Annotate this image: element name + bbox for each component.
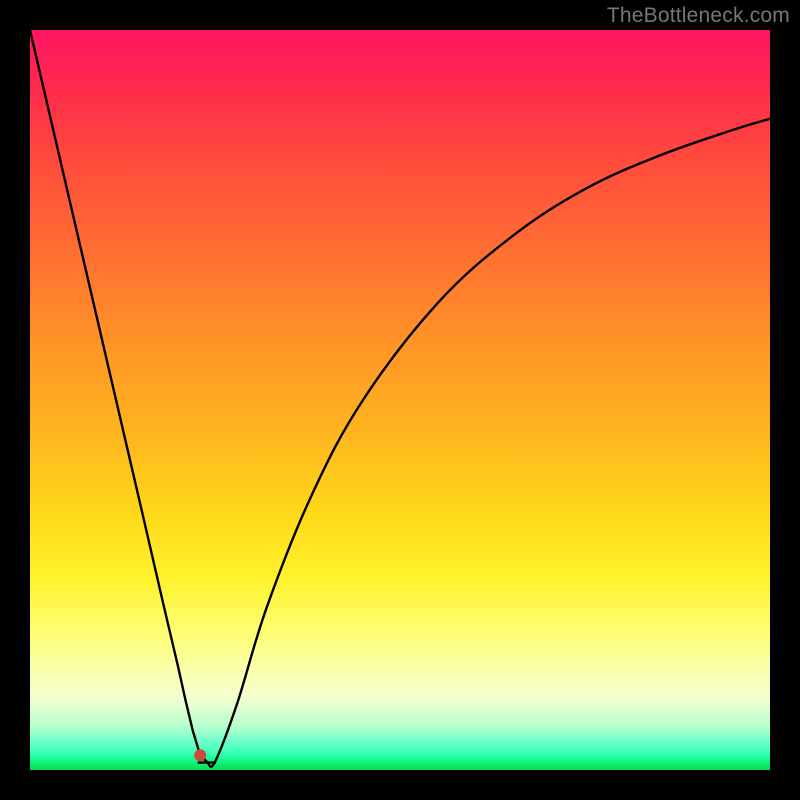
chart-frame: TheBottleneck.com [0, 0, 800, 800]
curve-group [30, 30, 770, 767]
curve-svg [30, 30, 770, 770]
marker-dot [194, 749, 206, 761]
watermark-text: TheBottleneck.com [607, 4, 790, 28]
plot-area [30, 30, 770, 770]
bottleneck-curve [30, 30, 770, 767]
